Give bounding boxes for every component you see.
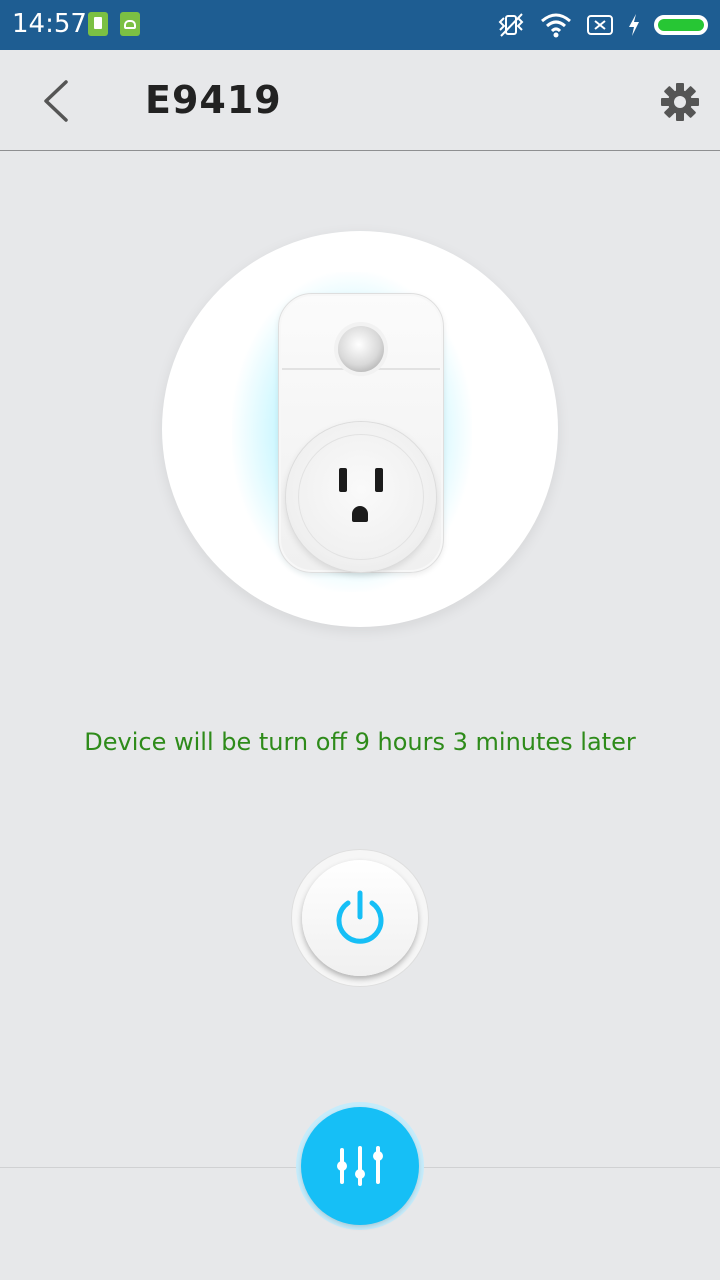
battery-icon xyxy=(654,15,708,35)
status-bar: 14:57 xyxy=(0,0,720,50)
outlet-face xyxy=(298,434,424,560)
sim-card-icon xyxy=(88,12,108,36)
power-icon xyxy=(336,890,384,944)
battery-fill xyxy=(658,19,704,31)
no-sim-icon xyxy=(587,15,613,35)
android-icon xyxy=(120,12,140,36)
gear-icon xyxy=(661,83,699,121)
app-header: E9419 xyxy=(0,50,720,151)
back-button[interactable] xyxy=(30,76,80,126)
outlet-ground-slot xyxy=(352,506,368,522)
charging-icon xyxy=(629,14,639,36)
sliders-icon xyxy=(337,1146,383,1186)
vibrate-off-icon xyxy=(498,13,524,37)
outlet-slot-left xyxy=(339,468,347,492)
settings-button[interactable] xyxy=(655,77,705,127)
plug-button-icon xyxy=(338,326,384,372)
timer-status-text: Device will be turn off 9 hours 3 minute… xyxy=(84,728,636,756)
outlet-slot-right xyxy=(375,468,383,492)
status-time: 14:57 xyxy=(12,9,87,39)
wifi-icon xyxy=(541,13,571,38)
chevron-left-icon xyxy=(44,80,68,122)
page-title: E9419 xyxy=(145,78,282,122)
